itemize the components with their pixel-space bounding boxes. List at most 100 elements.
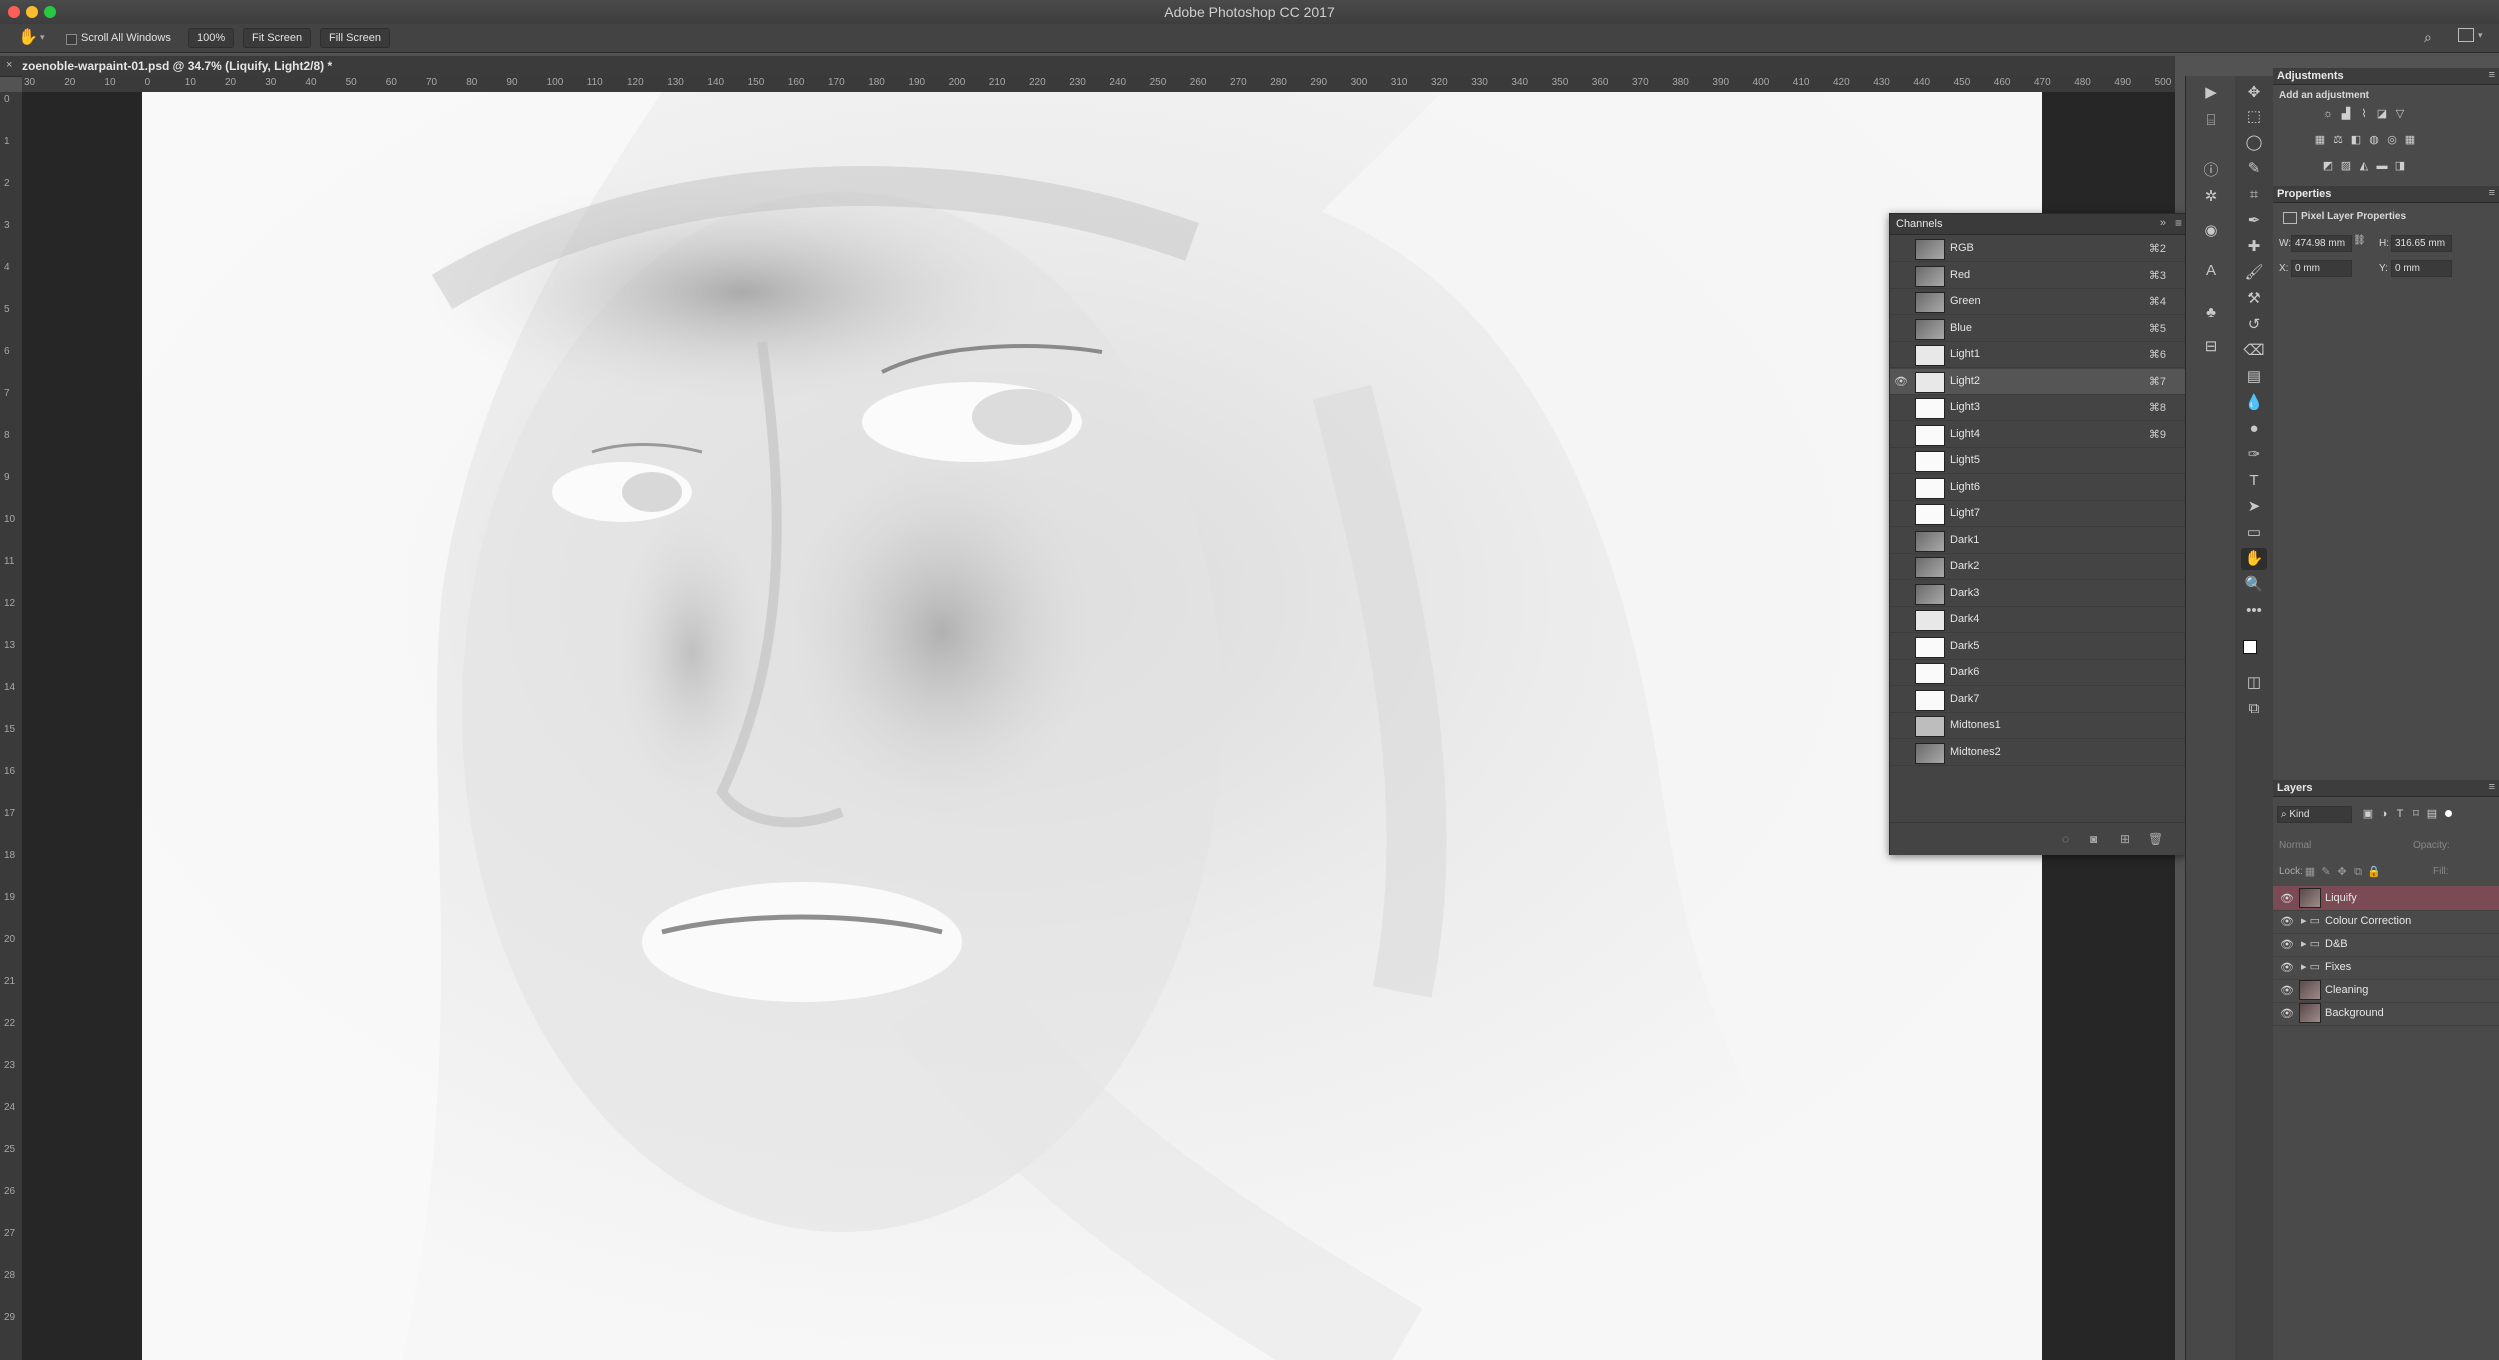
color-icon[interactable]: ◉ xyxy=(2198,220,2224,242)
adjustments-menu-icon[interactable]: ≡ xyxy=(2489,69,2495,81)
adjustments-title[interactable]: Adjustments xyxy=(2277,70,2344,82)
visibility-eye-icon[interactable] xyxy=(1894,640,1908,652)
fit-screen-button[interactable]: Fit Screen xyxy=(243,28,312,48)
navigator-icon[interactable]: ✲ xyxy=(2198,186,2224,208)
blend-mode-select[interactable]: Normal xyxy=(2279,840,2311,851)
history-icon[interactable]: ⌸ xyxy=(2198,110,2224,132)
visibility-eye-icon[interactable] xyxy=(1894,693,1908,705)
filter-type-icon[interactable]: T xyxy=(2393,808,2407,820)
visibility-eye-icon[interactable] xyxy=(1894,322,1908,334)
channel-row[interactable]: Light4 ⌘9 xyxy=(1890,422,2186,448)
layers-menu-icon[interactable]: ≡ xyxy=(2489,781,2495,793)
quick-selection-tool-icon[interactable]: ✎ xyxy=(2241,158,2267,180)
y-field[interactable]: 0 mm xyxy=(2391,260,2452,277)
move-tool-icon[interactable]: ✥ xyxy=(2241,82,2267,104)
properties-title[interactable]: Properties xyxy=(2277,188,2331,200)
folder-icon[interactable]: ▸ ▭ xyxy=(2301,914,2320,927)
lock-transparent-icon[interactable]: ▦ xyxy=(2303,866,2317,878)
type-tool-icon[interactable]: T xyxy=(2241,470,2267,492)
healing-tool-icon[interactable]: ✚ xyxy=(2241,236,2267,258)
canvas-area[interactable]: ✋ xyxy=(22,92,2175,1360)
visibility-eye-icon[interactable] xyxy=(1894,348,1908,360)
layer-visibility-eye-icon[interactable]: 👁 xyxy=(2280,915,2294,928)
visibility-eye-icon[interactable] xyxy=(1894,666,1908,678)
channel-row[interactable]: Dark7 xyxy=(1890,687,2186,713)
blur-tool-icon[interactable]: 💧 xyxy=(2241,392,2267,414)
fill-screen-button[interactable]: Fill Screen xyxy=(320,28,390,48)
tool-preset-chevron-icon[interactable]: ▾ xyxy=(40,32,45,43)
layers-title[interactable]: Layers xyxy=(2277,782,2312,794)
delete-channel-icon[interactable]: 🗑 xyxy=(2148,832,2163,846)
threshold-icon[interactable]: ◭ xyxy=(2357,160,2371,172)
visibility-eye-icon[interactable] xyxy=(1894,295,1908,307)
filter-toggle-icon[interactable] xyxy=(2445,810,2452,817)
layer-row[interactable]: 👁 ▸ ▭ Colour Correction xyxy=(2273,909,2499,934)
history-brush-tool-icon[interactable]: ↺ xyxy=(2241,314,2267,336)
hand-tool-active-icon[interactable]: ✋ xyxy=(2241,548,2267,570)
width-field[interactable]: 474.98 mm xyxy=(2291,235,2352,252)
zoom-100-button[interactable]: 100% xyxy=(188,28,235,48)
collapse-panel-icon[interactable]: » xyxy=(2160,217,2166,229)
channel-row[interactable]: Midtones2 xyxy=(1890,740,2186,766)
color-lookup-icon[interactable]: ▦ xyxy=(2403,134,2417,146)
document-tab[interactable]: × zoenoble-warpaint-01.psd @ 34.7% (Liqu… xyxy=(0,56,2175,77)
curves-icon[interactable]: ⌇ xyxy=(2357,108,2371,120)
hue-saturation-icon[interactable]: ▦ xyxy=(2313,134,2327,146)
visibility-eye-icon[interactable] xyxy=(1894,507,1908,519)
filter-smart-object-icon[interactable]: ▤ xyxy=(2425,808,2439,820)
levels-icon[interactable]: ▟ xyxy=(2339,108,2353,120)
character-icon[interactable]: A xyxy=(2198,260,2224,282)
visibility-eye-icon[interactable] xyxy=(1894,613,1908,625)
layer-row[interactable]: 👁 Liquify xyxy=(2273,886,2499,911)
visibility-eye-icon[interactable] xyxy=(1894,269,1908,281)
posterize-icon[interactable]: ▨ xyxy=(2339,160,2353,172)
channels-panel-title[interactable]: Channels xyxy=(1896,218,1942,230)
brush-presets-icon[interactable]: ♣ xyxy=(2198,302,2224,324)
visibility-eye-icon[interactable] xyxy=(1894,454,1908,466)
new-channel-icon[interactable]: ⊞ xyxy=(2120,832,2130,846)
channel-row[interactable]: Dark4 xyxy=(1890,607,2186,633)
channel-row[interactable]: Midtones1 xyxy=(1890,713,2186,739)
layer-filter-select[interactable]: ⌕ Kind xyxy=(2277,806,2352,823)
hand-tool-icon[interactable]: ✋ xyxy=(18,27,38,47)
invert-icon[interactable]: ◩ xyxy=(2321,160,2335,172)
dodge-tool-icon[interactable]: ● xyxy=(2241,418,2267,440)
black-white-icon[interactable]: ◧ xyxy=(2349,134,2363,146)
channel-row[interactable]: Dark5 xyxy=(1890,634,2186,660)
save-selection-icon[interactable]: ◙ xyxy=(2090,832,2097,846)
foreground-color-swatch[interactable] xyxy=(2243,640,2257,654)
channel-row[interactable]: Red ⌘3 xyxy=(1890,263,2186,289)
tool-presets-icon[interactable]: ⊟ xyxy=(2198,336,2224,358)
zoom-tool-icon[interactable]: 🔍 xyxy=(2241,574,2267,596)
visibility-eye-icon[interactable] xyxy=(1894,534,1908,546)
layer-visibility-eye-icon[interactable]: 👁 xyxy=(2280,892,2294,905)
close-document-icon[interactable]: × xyxy=(6,59,12,71)
filter-pixel-icon[interactable]: ▣ xyxy=(2361,808,2375,820)
channel-row[interactable]: Dark6 xyxy=(1890,660,2186,686)
panel-menu-icon[interactable]: ≡ xyxy=(2175,216,2182,230)
info-icon[interactable]: ⓘ xyxy=(2198,160,2224,182)
horizontal-ruler[interactable]: 30 20 10 0 10 20 30 40 50 60 70 80 90 100 110 120 130 140… xyxy=(22,76,2175,93)
pen-tool-icon[interactable]: ✑ xyxy=(2241,444,2267,466)
gradient-tool-icon[interactable]: ▤ xyxy=(2241,366,2267,388)
folder-icon[interactable]: ▸ ▭ xyxy=(2301,960,2320,973)
lock-position-icon[interactable]: ✥ xyxy=(2335,866,2349,878)
lock-all-icon[interactable]: 🔒 xyxy=(2367,866,2381,878)
eraser-tool-icon[interactable]: ⌫ xyxy=(2241,340,2267,362)
layer-row[interactable]: 👁 ▸ ▭ D&B xyxy=(2273,932,2499,957)
visibility-eye-icon[interactable]: 👁 xyxy=(1894,375,1908,388)
channel-row[interactable]: Light6 xyxy=(1890,475,2186,501)
lasso-tool-icon[interactable]: ◯ xyxy=(2241,132,2267,154)
visibility-eye-icon[interactable] xyxy=(1894,746,1908,758)
channel-row[interactable]: 👁 Light2 ⌘7 xyxy=(1890,368,2186,395)
link-dimensions-icon[interactable]: ⛓ xyxy=(2353,235,2366,246)
visibility-eye-icon[interactable] xyxy=(1894,719,1908,731)
filter-shape-icon[interactable]: ⌑ xyxy=(2409,808,2423,820)
channel-row[interactable]: Dark2 xyxy=(1890,554,2186,580)
layer-row[interactable]: 👁 Cleaning xyxy=(2273,978,2499,1003)
visibility-eye-icon[interactable] xyxy=(1894,242,1908,254)
screen-mode-icon[interactable]: ⧉ xyxy=(2241,698,2267,720)
channel-mixer-icon[interactable]: ◎ xyxy=(2385,134,2399,146)
vibrance-icon[interactable]: ▽ xyxy=(2393,108,2407,120)
play-icon[interactable]: ▶ xyxy=(2198,82,2224,104)
